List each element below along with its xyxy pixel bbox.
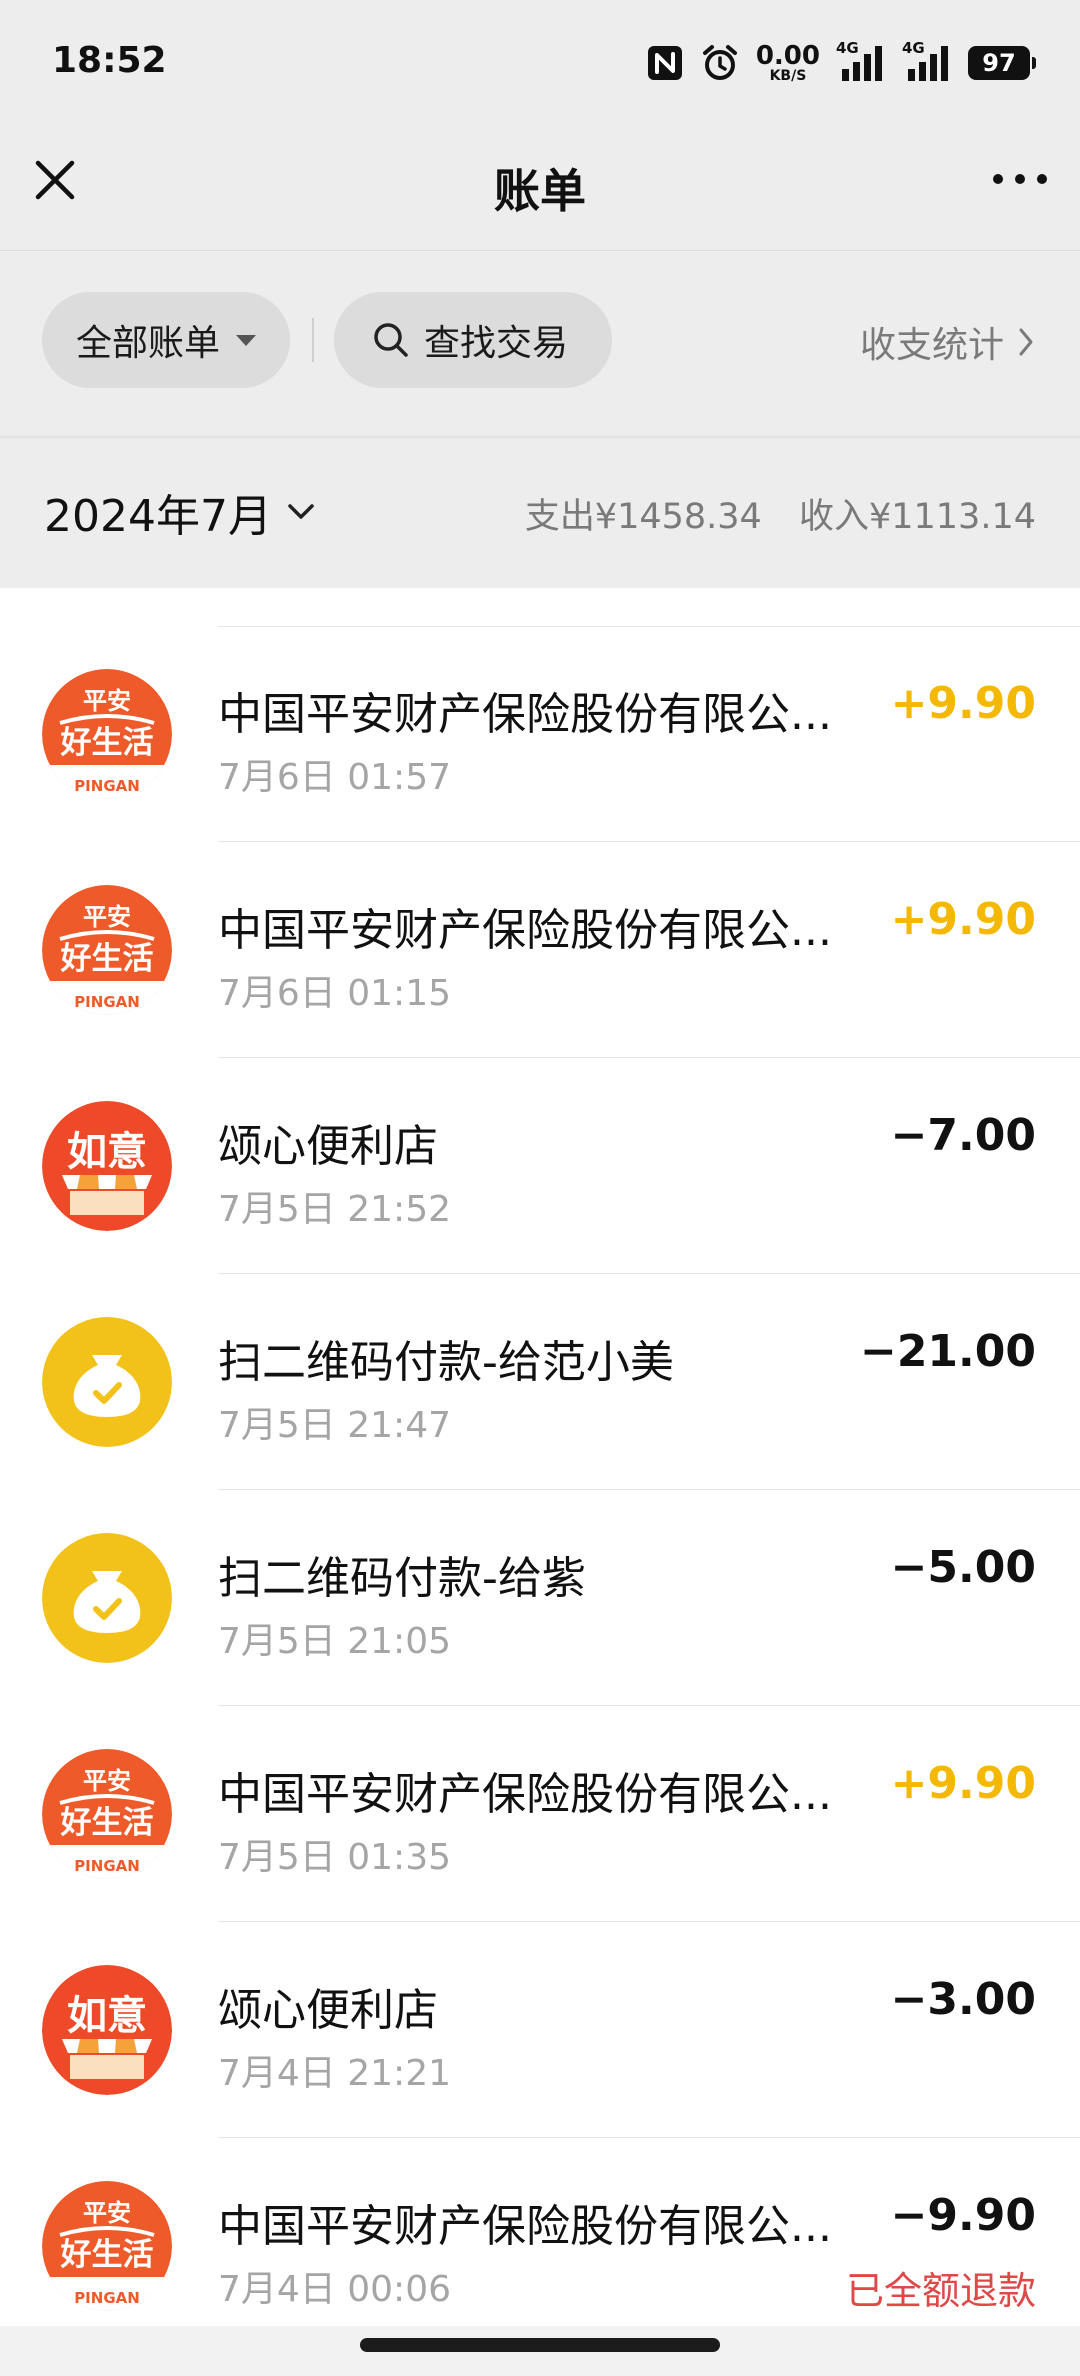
transaction-time: 7月4日 21:21 [218,2053,451,2094]
transaction-time: 7月6日 01:57 [218,757,451,798]
transaction-amount: −7.00 [890,1110,1036,1161]
transaction-amount: −9.90 [890,2190,1036,2241]
chevron-right-icon [1019,328,1033,356]
transaction-amount: +9.90 [890,894,1036,945]
transaction-row[interactable]: 平安 好生活 PINGAN 中国平安财产保险股份有限公... 7月6日 01:15… [0,842,1080,1058]
transaction-amount: −21.00 [859,1326,1036,1377]
more-icon[interactable] [990,167,1050,191]
month-selector[interactable]: 2024年7月 [44,480,316,544]
search-button[interactable]: 查找交易 [334,292,612,388]
transaction-row[interactable]: 平安 好生活 PINGAN 中国平安财产保险股份有限公... 7月5日 01:35… [0,1706,1080,1922]
stats-link[interactable]: 收支统计 [860,316,1034,368]
nav-bar: 账单 [0,125,1080,250]
logo-text-brand: PINGAN [74,1857,140,1875]
month-expense: 支出¥1458.34 [524,497,762,537]
transaction-amount: +9.90 [890,678,1036,729]
logo-text-brand: PINGAN [74,777,140,795]
logo-text-ruyi: 如意 [67,1129,147,1175]
logo-text-brand: PINGAN [74,993,140,1011]
pingan-merchant-icon: 平安 好生活 PINGAN [42,1749,172,1879]
logo-text-main: 好生活 [60,941,154,977]
transaction-title: 颂心便利店 [218,1985,438,2036]
all-bills-dropdown[interactable]: 全部账单 [42,292,290,388]
caret-down-icon [236,334,257,346]
month-label: 2024年7月 [44,491,272,542]
transaction-time: 7月5日 21:52 [218,1189,451,1230]
transaction-time: 7月5日 21:47 [218,1405,451,1446]
refund-note: 已全额退款 [845,2269,1036,2313]
transaction-row[interactable]: 如意 颂心便利店 7月4日 21:21 −3.00 [0,1922,1080,2138]
transaction-row[interactable]: 平安 好生活 PINGAN 中国平安财产保险股份有限公... 7月4日 00:06… [0,2138,1080,2354]
transaction-amount: +9.90 [890,1758,1036,1809]
ruyi-merchant-icon: 如意 [42,1101,172,1231]
transaction-amount: −3.00 [890,1974,1036,2025]
transaction-title: 扫二维码付款-给范小美 [218,1337,674,1388]
transaction-title: 中国平安财产保险股份有限公... [218,689,832,740]
transaction-time: 7月6日 01:15 [218,973,451,1014]
filter-divider [0,436,1080,438]
logo-text-main: 好生活 [60,1805,154,1841]
alarm-icon [700,43,740,83]
transaction-row[interactable]: 扫二维码付款-给紫 7月5日 21:05 −5.00 [0,1490,1080,1706]
logo-text-top: 平安 [83,903,131,931]
signal-icon: 4G [836,39,886,83]
pay-merchant-icon [42,1317,172,1447]
logo-text-top: 平安 [83,2199,131,2227]
home-indicator[interactable] [360,2338,720,2352]
status-bar: 18:52 0.00 KB/S 4G 4G 97 [0,0,1080,125]
net-speed: 0.00 KB/S [755,41,820,84]
logo-text-top: 平安 [83,687,131,715]
page-title: 账单 [494,164,586,218]
transaction-time: 7月5日 21:05 [218,1621,451,1662]
search-label: 查找交易 [424,323,569,364]
pay-merchant-icon [42,1533,172,1663]
transaction-time: 7月5日 01:35 [218,1837,451,1878]
transaction-title: 中国平安财产保险股份有限公... [218,1769,832,1820]
logo-text-top: 平安 [83,1767,131,1795]
status-icons: 0.00 KB/S 4G 4G 97 [646,38,1036,88]
transaction-time: 7月4日 00:06 [218,2269,451,2310]
transaction-title: 扫二维码付款-给紫 [218,1553,586,1604]
status-time: 18:52 [52,40,167,81]
month-summary: 2024年7月 支出¥1458.34 收入¥1113.14 [0,478,1080,548]
ruyi-merchant-icon: 如意 [42,1965,172,2095]
logo-text-main: 好生活 [60,725,154,761]
transaction-row[interactable]: 扫二维码付款-给范小美 7月5日 21:47 −21.00 [0,1274,1080,1490]
transaction-row[interactable]: 平安 好生活 PINGAN 中国平安财产保险股份有限公... 7月6日 01:57… [0,626,1080,842]
transaction-row[interactable]: 如意 颂心便利店 7月5日 21:52 −7.00 [0,1058,1080,1274]
month-totals: 支出¥1458.34 收入¥1113.14 [525,488,1036,539]
transaction-title: 中国平安财产保险股份有限公... [218,905,832,956]
stats-label: 收支统计 [859,325,1004,366]
month-income: 收入¥1113.14 [798,497,1036,537]
transaction-title: 中国平安财产保险股份有限公... [218,2201,832,2252]
battery-icon: 97 [968,46,1036,80]
signal-icon-2: 4G [902,39,952,83]
pingan-merchant-icon: 平安 好生活 PINGAN [42,2181,172,2311]
transaction-list: 平安 好生活 PINGAN 中国平安财产保险股份有限公... 7月6日 01:57… [0,626,1080,2354]
filter-bar: 全部账单 查找交易 收支统计 [0,290,1080,390]
all-bills-label: 全部账单 [76,323,221,364]
nfc-icon [646,44,684,82]
logo-text-ruyi: 如意 [67,1993,147,2039]
logo-text-main: 好生活 [60,2237,154,2273]
logo-text-brand: PINGAN [74,2289,140,2307]
pingan-merchant-icon: 平安 好生活 PINGAN [42,885,172,1015]
transaction-title: 颂心便利店 [218,1121,438,1172]
filter-separator [312,318,314,362]
transaction-amount: −5.00 [890,1542,1036,1593]
pingan-merchant-icon: 平安 好生活 PINGAN [42,669,172,799]
search-icon [374,323,408,357]
nav-divider [0,250,1080,251]
chevron-down-icon [288,504,314,519]
